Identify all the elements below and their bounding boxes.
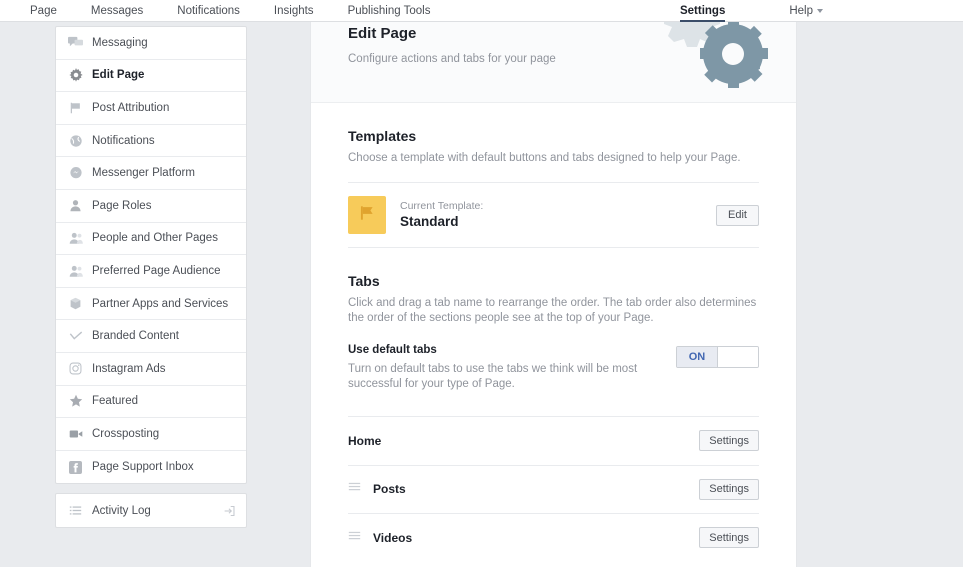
facebook-icon: [68, 460, 83, 475]
flag-icon: [358, 204, 376, 227]
gear-illustration-icon: [644, 22, 794, 102]
nav-item-insights[interactable]: Insights: [274, 0, 314, 22]
use-default-tabs-row: Use default tabs Turn on default tabs to…: [348, 326, 759, 404]
current-template-label: Current Template:: [400, 200, 484, 212]
star-icon: [68, 394, 83, 409]
branded-icon: [68, 329, 83, 344]
tab-row-label: Home: [348, 433, 382, 448]
top-navigation-bar: Page Messages Notifications Insights Pub…: [0, 0, 963, 23]
sidebar-item-label: Page Roles: [92, 199, 152, 212]
sidebar-item-instagram-ads[interactable]: Instagram Ads: [56, 353, 246, 386]
page-header: Edit Page Configure actions and tabs for…: [311, 22, 796, 103]
template-edit-button[interactable]: Edit: [716, 204, 759, 226]
flag-icon: [68, 100, 83, 115]
tabs-description: Click and drag a tab name to rearrange t…: [348, 297, 757, 324]
templates-title: Templates: [348, 128, 417, 144]
tab-row-home: Home Settings: [348, 416, 759, 465]
sidebar-menu-card: Messaging Edit Page Post Attribution Not…: [55, 26, 247, 485]
sidebar-item-label: Edit Page: [92, 69, 145, 82]
sidebar-item-label: Messenger Platform: [92, 167, 195, 180]
sidebar-item-messaging[interactable]: Messaging: [56, 27, 246, 60]
gear-icon: [68, 68, 83, 83]
nav-item-notifications[interactable]: Notifications: [177, 0, 240, 22]
tab-row-videos: Videos Settings: [348, 513, 759, 562]
tab-settings-button[interactable]: Settings: [699, 430, 759, 452]
toggle-off-segment[interactable]: [718, 347, 758, 367]
messenger-icon: [68, 166, 83, 181]
nav-item-settings[interactable]: Settings: [679, 0, 726, 23]
sidebar-item-preferred-page-audience[interactable]: Preferred Page Audience: [56, 255, 246, 288]
sidebar-item-edit-page[interactable]: Edit Page: [56, 60, 246, 93]
list-icon: [68, 503, 83, 518]
people-icon: [68, 263, 83, 278]
settings-sidebar: Messaging Edit Page Post Attribution Not…: [55, 26, 247, 528]
tab-settings-button[interactable]: Settings: [699, 527, 759, 549]
sidebar-item-messenger-platform[interactable]: Messenger Platform: [56, 157, 246, 190]
sidebar-item-partner-apps-and-services[interactable]: Partner Apps and Services: [56, 288, 246, 321]
template-thumbnail: [348, 196, 386, 234]
nav-item-publishing-tools[interactable]: Publishing Tools: [348, 0, 431, 22]
sidebar-activity-card: Activity Log: [55, 493, 247, 528]
people-icon: [68, 231, 83, 246]
sidebar-item-label: Partner Apps and Services: [92, 297, 229, 310]
sidebar-item-label: Branded Content: [92, 330, 179, 343]
main-content-panel: Edit Page Configure actions and tabs for…: [310, 22, 797, 567]
drag-handle-icon[interactable]: [348, 529, 361, 547]
sidebar-item-label: Crossposting: [92, 427, 160, 440]
tab-row-posts: Posts Settings: [348, 464, 759, 514]
sidebar-item-label: Featured: [92, 395, 139, 408]
current-template-name: Standard: [400, 214, 459, 229]
drag-handle-icon[interactable]: [348, 480, 361, 498]
templates-section: Templates Choose a template with default…: [311, 103, 796, 248]
nav-item-page[interactable]: Page: [30, 0, 57, 22]
template-text: Current Template: Standard: [400, 200, 483, 230]
page-title: Edit Page: [348, 25, 417, 42]
sidebar-item-page-support-inbox[interactable]: Page Support Inbox: [56, 451, 246, 484]
sidebar-item-crossposting[interactable]: Crossposting: [56, 418, 246, 451]
tab-settings-button[interactable]: Settings: [699, 478, 759, 500]
messaging-icon: [68, 35, 83, 50]
sidebar-item-label: Preferred Page Audience: [92, 264, 221, 277]
nav-item-help[interactable]: Help: [789, 0, 823, 22]
top-nav-left-group: Page Messages Notifications Insights Pub…: [30, 0, 430, 22]
top-nav-right-group: Settings Help: [679, 0, 823, 23]
tab-row-label: Videos: [373, 530, 413, 545]
nav-item-help-label: Help: [789, 5, 813, 17]
toggle-on-segment[interactable]: ON: [677, 347, 718, 367]
sidebar-item-activity-log[interactable]: Activity Log: [56, 494, 246, 527]
templates-description: Choose a template with default buttons a…: [348, 152, 741, 164]
nav-item-messages[interactable]: Messages: [91, 0, 143, 22]
sidebar-item-post-attribution[interactable]: Post Attribution: [56, 92, 246, 125]
use-default-tabs-description: Turn on default tabs to use the tabs we …: [348, 363, 638, 390]
globe-icon: [68, 133, 83, 148]
sidebar-item-label: Instagram Ads: [92, 362, 166, 375]
instagram-icon: [68, 361, 83, 376]
page-subtitle: Configure actions and tabs for your page: [348, 53, 556, 65]
tab-row-label: Posts: [373, 482, 406, 497]
video-icon: [68, 426, 83, 441]
sidebar-item-page-roles[interactable]: Page Roles: [56, 190, 246, 223]
tabs-section: Tabs Click and drag a tab name to rearra…: [311, 248, 796, 562]
sidebar-item-label: Messaging: [92, 36, 148, 49]
sidebar-item-label: Notifications: [92, 134, 155, 147]
sidebar-item-people-and-other-pages[interactable]: People and Other Pages: [56, 223, 246, 256]
sidebar-item-branded-content[interactable]: Branded Content: [56, 320, 246, 353]
use-default-tabs-toggle[interactable]: ON: [676, 346, 759, 368]
tabs-title: Tabs: [348, 273, 380, 289]
sidebar-item-featured[interactable]: Featured: [56, 386, 246, 419]
person-icon: [68, 198, 83, 213]
external-link-icon: [223, 504, 236, 517]
apps-icon: [68, 296, 83, 311]
chevron-down-icon: [817, 8, 823, 13]
sidebar-item-label: Activity Log: [92, 504, 151, 517]
sidebar-item-label: Page Support Inbox: [92, 461, 194, 474]
sidebar-item-label: People and Other Pages: [92, 232, 218, 245]
current-template-row: Current Template: Standard Edit: [348, 183, 759, 247]
tabs-list: Home Settings Posts Settings Videos Sett…: [348, 416, 759, 562]
sidebar-item-notifications[interactable]: Notifications: [56, 125, 246, 158]
sidebar-item-label: Post Attribution: [92, 101, 170, 114]
